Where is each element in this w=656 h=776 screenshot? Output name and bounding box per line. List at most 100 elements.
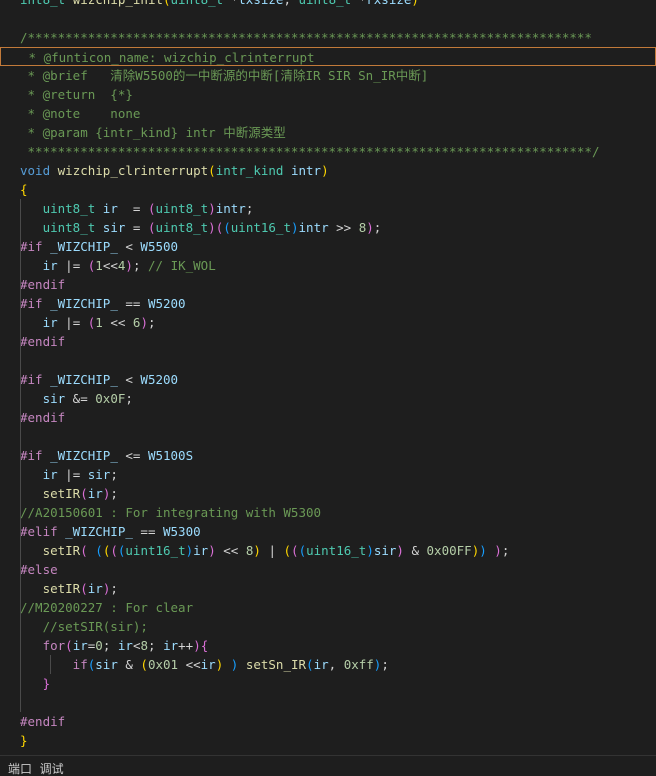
code-line[interactable]: //setSIR(sir); — [0, 617, 148, 636]
code-token: 8 — [140, 638, 148, 653]
code-token: _WIZCHIP_ — [50, 372, 118, 387]
code-token: uint8_t — [155, 220, 209, 235]
code-line[interactable]: setIR(ir); — [0, 579, 118, 598]
code-token: //setSIR(sir); — [20, 619, 148, 634]
code-line[interactable]: * @note none — [0, 104, 141, 123]
code-token: #elif — [20, 524, 66, 539]
code-token: ) — [208, 543, 216, 558]
code-line[interactable] — [0, 693, 20, 712]
code-token: { — [20, 182, 28, 197]
code-token: ; — [245, 201, 254, 216]
code-token: rxsize — [366, 0, 411, 7]
code-line[interactable]: void wizchip_clrinterrupt(intr_kind intr… — [0, 161, 329, 180]
code-token: ( — [95, 543, 103, 558]
code-line[interactable] — [0, 9, 20, 28]
code-token: #if — [20, 296, 51, 311]
code-token: ( — [223, 220, 231, 235]
code-token: _WIZCHIP_ — [50, 296, 118, 311]
code-line[interactable]: #if _WIZCHIP_ == W5200 — [0, 294, 186, 313]
code-line[interactable]: #endif — [0, 275, 65, 294]
code-token: |= — [57, 467, 88, 482]
code-line[interactable]: #else — [0, 560, 58, 579]
code-token: |= — [57, 315, 88, 330]
code-line[interactable] — [0, 351, 20, 370]
code-token: } — [20, 733, 28, 748]
code-line[interactable]: } — [0, 731, 28, 750]
code-token: ; — [147, 315, 156, 330]
code-line[interactable]: ir |= (1<<4); // IK_WOL — [0, 256, 216, 275]
code-line[interactable]: ****************************************… — [0, 142, 600, 161]
code-token: ) — [208, 201, 216, 216]
code-token: < — [117, 372, 141, 387]
code-token: << — [178, 657, 201, 672]
code-token: void — [20, 163, 58, 178]
code-token: ir — [163, 638, 179, 653]
code-line[interactable]: #endif — [0, 408, 65, 427]
code-line[interactable]: * @brief 清除W5500的一中断源的中断[清除IR SIR Sn_IR中… — [0, 66, 429, 85]
code-token: 0 — [95, 638, 103, 653]
code-token: == — [132, 524, 163, 539]
code-token: uint8_t — [155, 201, 209, 216]
code-line[interactable]: #if _WIZCHIP_ < W5500 — [0, 237, 178, 256]
code-token: #if — [20, 448, 51, 463]
indent-guide — [50, 655, 52, 674]
code-token: & — [117, 657, 141, 672]
code-token: ir — [20, 467, 58, 482]
code-token: ) — [321, 163, 329, 178]
code-token: ir — [102, 201, 118, 216]
code-token: ++ — [178, 638, 194, 653]
code-token: /***************************************… — [20, 30, 592, 45]
code-editor[interactable]: int8_t wizchip_init(uint8_t *txsize, uin… — [0, 0, 656, 755]
code-line[interactable]: * @funticon_name: wizchip_clrinterrupt — [0, 47, 656, 66]
code-token: intr — [298, 220, 329, 235]
code-token: wizchip_clrinterrupt — [57, 163, 209, 178]
code-token: #if — [20, 239, 51, 254]
code-token: #else — [20, 562, 58, 577]
code-line[interactable]: #if _WIZCHIP_ < W5200 — [0, 370, 178, 389]
panel-tab-labels[interactable]: 端口 调试 — [8, 762, 64, 776]
code-line[interactable]: { — [0, 180, 28, 199]
code-token: ( — [110, 543, 118, 558]
code-token: 1 — [95, 258, 103, 273]
code-token: ; — [132, 258, 148, 273]
code-line[interactable]: #elif _WIZCHIP_ == W5300 — [0, 522, 201, 541]
code-token: * @return {*} — [20, 87, 133, 102]
code-line[interactable]: * @return {*} — [0, 85, 133, 104]
code-line[interactable]: setIR( ((((uint16_t)ir) << 8) | (((uint1… — [0, 541, 510, 560]
code-line[interactable]: } — [0, 674, 51, 693]
code-token: << — [102, 258, 118, 273]
code-token: uint8_t — [299, 0, 352, 7]
code-line[interactable]: ir |= sir; — [0, 465, 118, 484]
code-token: _WIZCHIP_ — [65, 524, 133, 539]
code-token: ) — [479, 543, 487, 558]
code-line[interactable]: #if _WIZCHIP_ <= W5100S — [0, 446, 193, 465]
code-token: * @funticon_name: wizchip_clrinterrupt — [21, 50, 315, 65]
code-token: #endif — [20, 714, 66, 729]
code-line[interactable]: * @param {intr_kind} intr 中断源类型 — [0, 123, 286, 142]
code-token: ; — [110, 486, 118, 501]
code-token: * @param {intr_kind} intr 中断源类型 — [20, 125, 286, 140]
code-line[interactable]: uint8_t sir = (uint8_t)((uint16_t)intr >… — [0, 218, 382, 237]
code-token: ir — [87, 581, 103, 596]
code-token: { — [200, 638, 209, 653]
code-line[interactable]: ir |= (1 << 6); — [0, 313, 156, 332]
code-token: W5300 — [163, 524, 201, 539]
code-line[interactable]: //M20200227 : For clear — [0, 598, 193, 617]
code-line[interactable]: #endif — [0, 712, 65, 731]
code-token: ( — [208, 163, 216, 178]
code-line[interactable]: /***************************************… — [0, 28, 592, 47]
code-line[interactable] — [0, 427, 20, 446]
code-token: ( — [65, 638, 73, 653]
code-line[interactable]: setIR(ir); — [0, 484, 118, 503]
code-line[interactable]: #endif — [0, 332, 65, 351]
code-token: if — [20, 657, 88, 672]
code-line[interactable]: //A20150601 : For integrating with W5300 — [0, 503, 321, 522]
code-token: ) — [494, 543, 502, 558]
code-token: uint16_t — [306, 543, 367, 558]
code-line[interactable]: int8_t wizchip_init(uint8_t *txsize, uin… — [0, 0, 419, 9]
code-token: int8_t — [20, 0, 73, 7]
code-line[interactable]: for(ir=0; ir<8; ir++){ — [0, 636, 209, 655]
code-token: intr_kind — [215, 163, 291, 178]
code-line[interactable]: if(sir & (0x01 <<ir) ) setSn_IR(ir, 0xff… — [0, 655, 389, 674]
code-line[interactable]: uint8_t ir = (uint8_t)intr; — [0, 199, 254, 218]
